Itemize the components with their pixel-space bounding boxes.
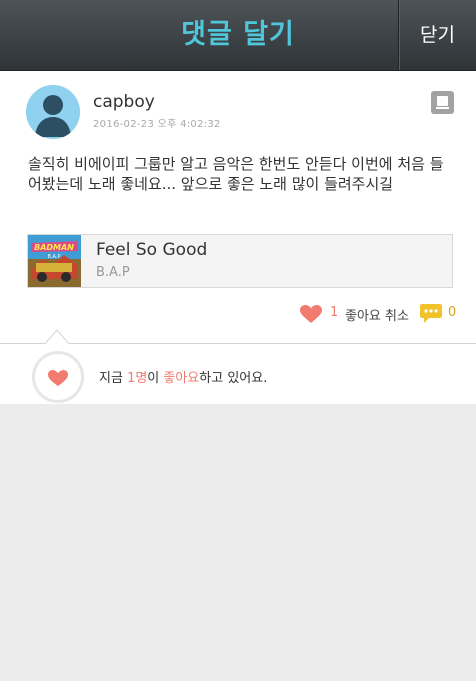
header-bar: 댓글 달기 닫기 — [0, 0, 476, 71]
likes-prefix: 지금 — [99, 371, 128, 386]
comment-bubble-icon[interactable] — [420, 304, 442, 324]
reaction-bar: 1 좋아요 취소 0 — [0, 303, 476, 325]
svg-text:BADMAN: BADMAN — [34, 243, 74, 252]
song-attachment[interactable]: BADMAN B.A.P Feel So Good B.A.P — [27, 234, 453, 288]
likes-middle: 이 — [147, 371, 164, 386]
comment-count: 0 — [448, 305, 457, 320]
comment-card: capboy 2016-02-23 오후 4:02:32 솔직히 비에이피 그룹… — [0, 71, 476, 344]
more-options-button[interactable] — [431, 91, 454, 114]
unlike-button[interactable]: 좋아요 취소 — [345, 305, 409, 324]
default-user-icon — [26, 85, 80, 139]
heart-icon[interactable] — [300, 305, 322, 324]
panel-pointer — [44, 329, 70, 345]
comment-text: 솔직히 비에이피 그룹만 알고 음악은 한번도 안듣다 이번에 처음 들어봤는데… — [28, 155, 444, 193]
comment-timestamp: 2016-02-23 오후 4:02:32 — [93, 119, 221, 130]
song-artist: B.A.P — [96, 265, 130, 280]
heart-icon — [48, 370, 68, 386]
album-art: BADMAN B.A.P — [28, 235, 81, 287]
likers-button[interactable] — [32, 351, 84, 403]
avatar[interactable] — [26, 85, 80, 139]
likes-summary: 지금 1명이 좋아요하고 있어요. — [99, 367, 267, 386]
comment-author[interactable]: capboy — [93, 92, 155, 112]
menu-icon — [436, 96, 449, 109]
likes-word: 좋아요 — [163, 371, 200, 386]
likes-suffix: 하고 있어요. — [199, 371, 268, 386]
song-title: Feel So Good — [96, 240, 208, 260]
album-cover-icon: BADMAN B.A.P — [28, 235, 81, 287]
like-count: 1 — [330, 305, 339, 320]
svg-text:B.A.P: B.A.P — [48, 254, 61, 260]
likes-count: 1명 — [127, 371, 148, 386]
close-button[interactable]: 닫기 — [398, 0, 476, 70]
